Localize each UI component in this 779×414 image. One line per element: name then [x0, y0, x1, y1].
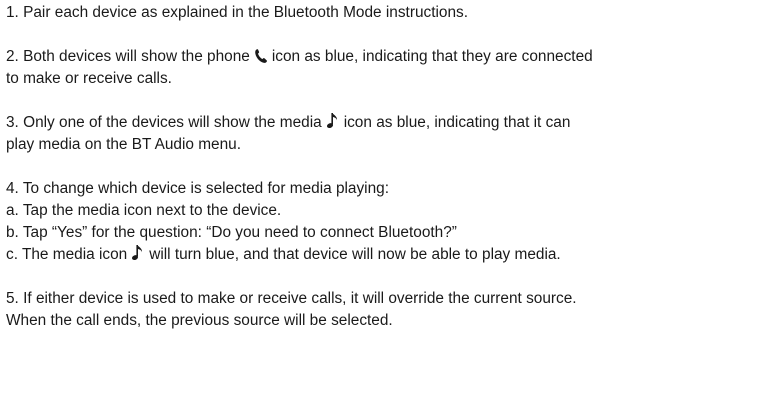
music-note-icon [326, 112, 340, 130]
step-5-line-2: When the call ends, the previous source … [6, 312, 393, 329]
step-2-text-before: 2. Both devices will show the phone [6, 48, 250, 65]
phone-icon [254, 48, 268, 64]
step-4-c-text-after: will turn blue, and that device will now… [149, 246, 561, 263]
step-4-heading: 4. To change which device is selected fo… [6, 180, 389, 197]
step-2-text-after: icon as blue, indicating that they are c… [271, 48, 593, 65]
step-1-text: 1. Pair each device as explained in the … [6, 4, 468, 21]
instructions-document: 1. Pair each device as explained in the … [6, 0, 778, 332]
step-4-substep-a: a. Tap the media icon next to the device… [6, 202, 282, 219]
step-2-line-2: to make or receive calls. [6, 70, 172, 87]
step-3-text-after: icon as blue, indicating that it can [343, 114, 571, 131]
step-5-line-1: 5. If either device is used to make or r… [6, 290, 577, 307]
step-3-line-1: 3. Only one of the devices will show the… [6, 112, 778, 134]
step-4-substep-c: c. The media icon will turn blue, and tha… [6, 244, 778, 266]
step-3-text-before: 3. Only one of the devices will show the… [6, 114, 322, 131]
step-4-c-text-before: c. The media icon [6, 246, 128, 263]
step-3-line-2: play media on the BT Audio menu. [6, 136, 241, 153]
music-note-icon [131, 244, 145, 262]
step-2-line-1: 2. Both devices will show the phone icon … [6, 46, 778, 68]
step-4-substep-b: b. Tap “Yes” for the question: “Do you n… [6, 224, 457, 241]
